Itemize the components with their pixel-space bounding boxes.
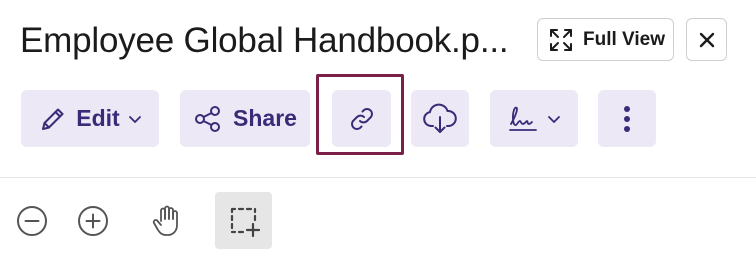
edit-button[interactable]: Edit <box>21 90 159 147</box>
close-button[interactable] <box>686 18 727 61</box>
full-view-label: Full View <box>583 28 666 50</box>
more-options-button[interactable] <box>598 90 656 147</box>
download-button[interactable] <box>411 90 469 147</box>
zoom-out-icon <box>16 205 48 237</box>
toolbar-divider <box>0 177 756 178</box>
sign-chevron-down-icon <box>547 112 561 126</box>
expand-icon <box>548 27 574 53</box>
zoom-in-icon <box>77 205 109 237</box>
share-icon <box>193 104 223 134</box>
zoom-in-button[interactable] <box>64 192 121 249</box>
area-select-button[interactable] <box>215 192 272 249</box>
sign-button[interactable] <box>490 90 578 147</box>
copy-link-button[interactable] <box>332 90 391 147</box>
more-vertical-icon <box>623 104 631 134</box>
edit-label: Edit <box>76 105 120 131</box>
share-label: Share <box>233 105 297 131</box>
chevron-down-icon <box>128 112 142 126</box>
link-icon <box>347 104 377 134</box>
cloud-download-icon <box>422 103 458 135</box>
share-button[interactable]: Share <box>180 90 310 147</box>
full-view-button[interactable]: Full View <box>537 18 674 61</box>
zoom-out-button[interactable] <box>3 192 60 249</box>
close-icon <box>698 31 716 49</box>
hand-icon <box>150 204 182 238</box>
pencil-icon <box>38 104 68 134</box>
area-select-icon <box>227 204 261 238</box>
signature-icon <box>507 104 539 134</box>
pan-tool-button[interactable] <box>137 192 194 249</box>
document-title: Employee Global Handbook.p... <box>20 21 509 60</box>
